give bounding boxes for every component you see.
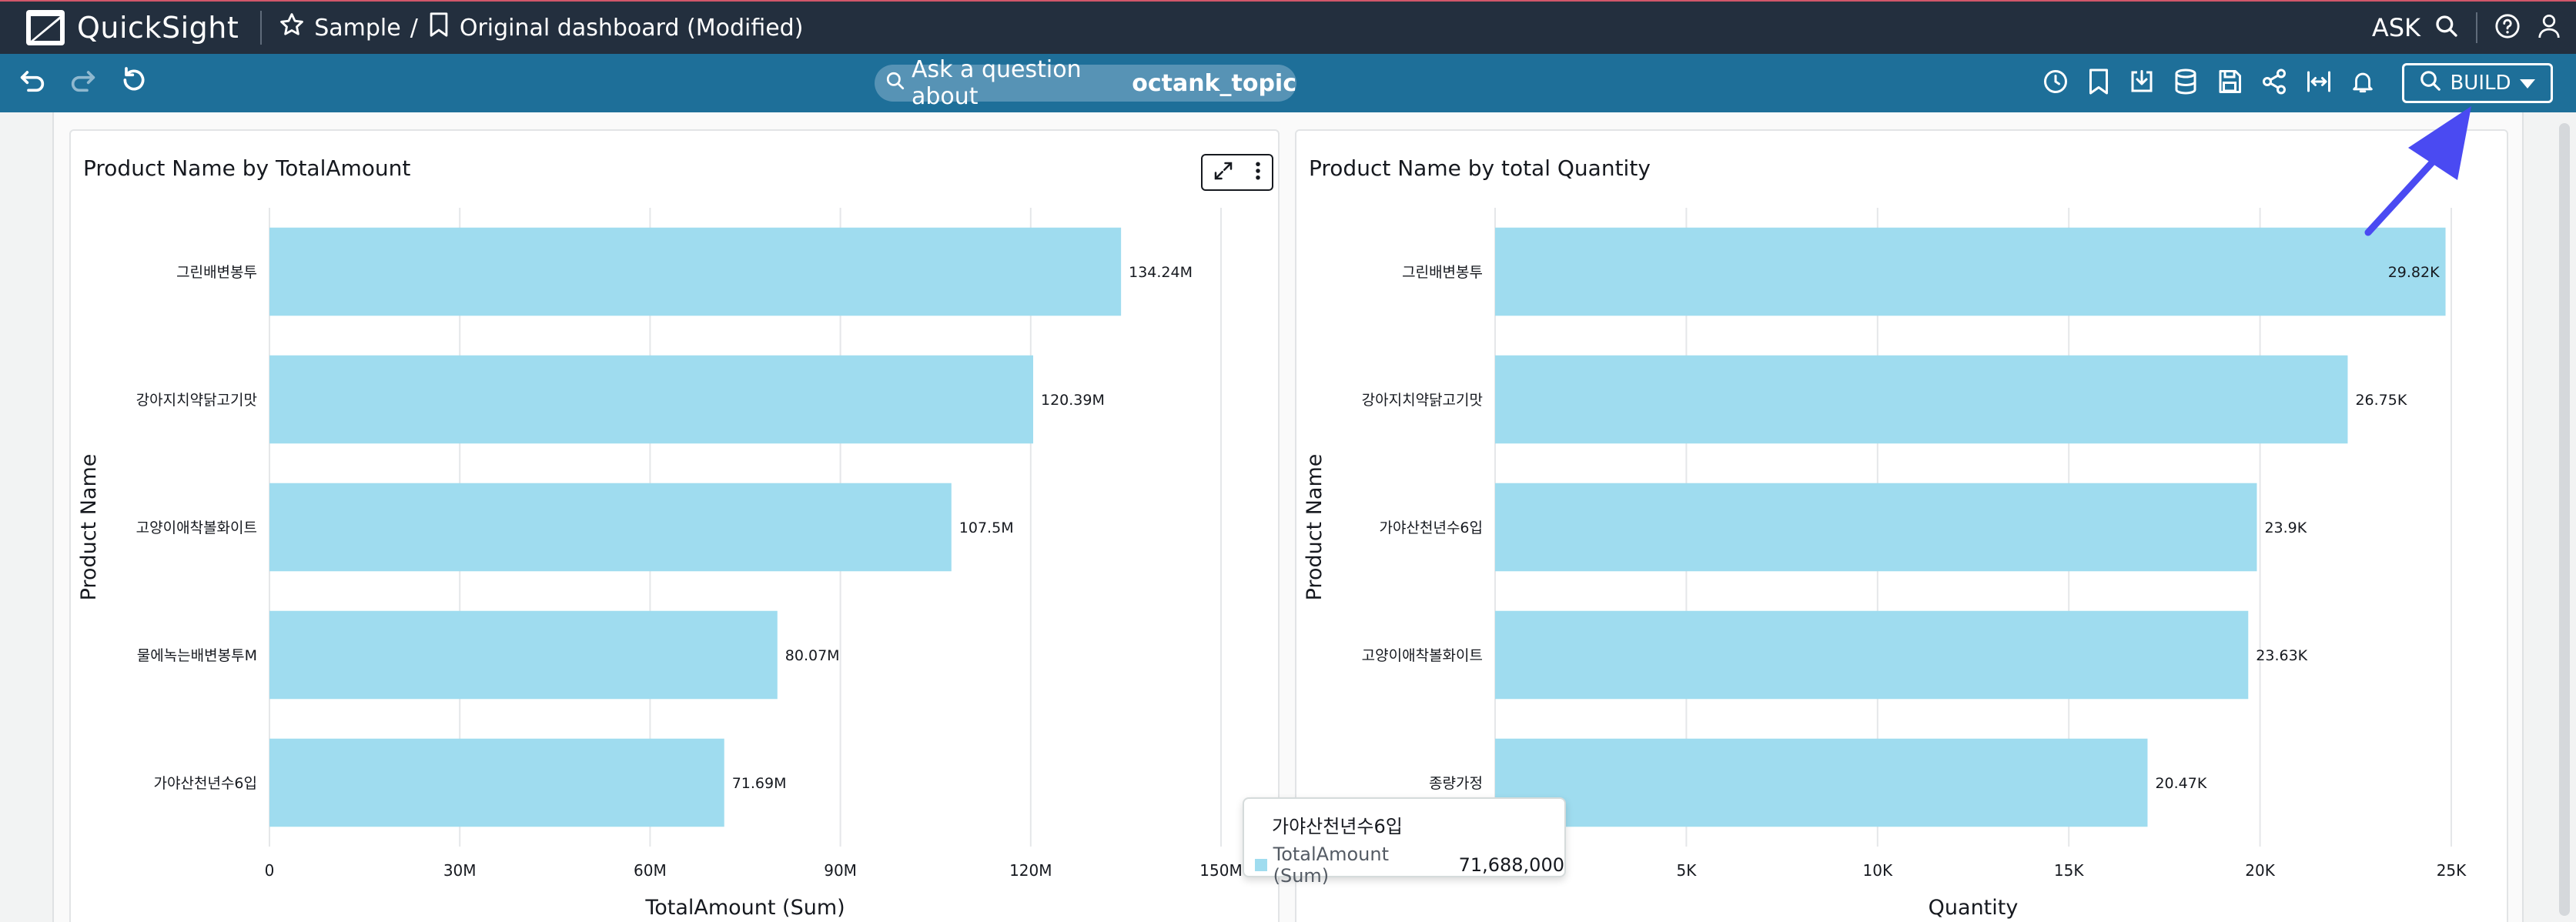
category-label: 가야산천년수6입	[154, 775, 257, 792]
chart-tooltip: 가야산천년수6입 TotalAmount (Sum) 71,688,000	[1243, 797, 1566, 887]
dashboard-toolbar: Ask a question about octank_topic BUILD	[0, 54, 2576, 112]
x-axis-title: Quantity	[1929, 896, 2019, 920]
history-controls	[17, 65, 149, 99]
category-label: 그린배변봉투	[176, 264, 257, 281]
bar[interactable]	[269, 355, 1034, 444]
value-label: 20.47K	[2155, 775, 2206, 792]
value-label: 23.63K	[2256, 647, 2307, 664]
dataset-icon[interactable]	[2173, 68, 2199, 99]
bar[interactable]	[1495, 227, 2446, 316]
bar[interactable]	[269, 227, 1122, 316]
x-tick-label: 30M	[443, 861, 477, 880]
search-icon	[2419, 69, 2442, 98]
tooltip-row: TotalAmount (Sum) 71,688,000	[1255, 843, 1564, 887]
value-label: 26.75K	[2355, 392, 2407, 409]
x-tick-label: 120M	[1009, 861, 1052, 880]
app-name[interactable]: QuickSight	[77, 11, 239, 45]
ask-question-input[interactable]: Ask a question about octank_topic	[875, 56, 1296, 110]
tooltip-title: 가야산천년수6입	[1272, 816, 1403, 837]
value-label: 107.5M	[959, 519, 1014, 536]
user-profile-icon[interactable]	[2538, 13, 2561, 42]
toolbar-actions	[2042, 65, 2376, 102]
notification-bell-icon[interactable]	[2350, 68, 2376, 99]
value-label: 23.9K	[2264, 519, 2307, 536]
export-icon[interactable]	[2128, 68, 2156, 99]
dashboard-title: Original dashboard (Modified)	[459, 14, 804, 42]
x-axis-title: TotalAmount (Sum)	[644, 896, 845, 920]
x-tick-label: 150M	[1199, 861, 1242, 880]
x-tick-label: 25K	[2437, 861, 2467, 880]
quicksight-logo-icon[interactable]	[26, 10, 65, 45]
category-label: 강아지치약닭고기맛	[1362, 392, 1483, 409]
bookmark-icon[interactable]	[427, 12, 460, 44]
category-label: 고양이애착볼화이트	[1362, 647, 1483, 664]
category-label: 그린배변봉투	[1402, 264, 1483, 281]
question-prefix: Ask a question about	[912, 56, 1082, 110]
undo-icon[interactable]	[17, 65, 48, 99]
tooltip-label: TotalAmount (Sum)	[1273, 843, 1389, 887]
value-label: 29.82K	[2388, 264, 2440, 281]
question-topic: octank_topic	[1132, 69, 1296, 97]
help-icon[interactable]	[2494, 13, 2521, 42]
save-icon[interactable]	[2216, 68, 2243, 99]
share-icon[interactable]	[2260, 68, 2288, 99]
annotation-arrow-icon	[2364, 106, 2471, 236]
value-label: 120.39M	[1041, 392, 1105, 409]
category-label: 종량가정	[1429, 775, 1483, 792]
category-label: 가야산천년수6입	[1380, 519, 1483, 536]
category-label: 물에녹는배변봉투M	[137, 647, 257, 664]
y-axis-title: Product Name	[1303, 454, 1326, 601]
value-label: 134.24M	[1129, 264, 1193, 281]
divider	[260, 11, 263, 45]
search-icon[interactable]	[2434, 14, 2459, 42]
build-label: BUILD	[2450, 72, 2511, 95]
bookmark-icon[interactable]	[2086, 68, 2111, 99]
bar-chart-total-amount: 0 30M 60M 90M 120M 150M 그린배변봉투 134.24M 강아지치약닭고기맛…	[77, 208, 1243, 920]
ask-button[interactable]: ASK	[2372, 13, 2420, 42]
divider	[2476, 12, 2477, 43]
bar[interactable]	[1495, 738, 2148, 827]
bar[interactable]	[1495, 610, 2249, 700]
value-label: 80.07M	[785, 647, 840, 664]
category-label: 고양이애착볼화이트	[136, 519, 257, 536]
top-navigation-bar: QuickSight Sample / Original dashboard (…	[0, 0, 2576, 54]
clock-icon[interactable]	[2042, 68, 2069, 99]
value-label: 71.69M	[732, 775, 787, 792]
x-tick-label: 60M	[634, 861, 667, 880]
category-label: 강아지치약닭고기맛	[136, 392, 257, 409]
favorite-star-icon[interactable]	[279, 12, 314, 44]
legend-swatch	[1255, 859, 1267, 871]
bar[interactable]	[269, 610, 778, 700]
bar[interactable]	[1495, 483, 2257, 572]
x-tick-label: 5K	[1676, 861, 1697, 880]
x-tick-label: 10K	[1863, 861, 1893, 880]
bar[interactable]	[1495, 355, 2348, 444]
fit-width-icon[interactable]	[2305, 68, 2333, 99]
search-icon	[885, 70, 912, 97]
x-tick-label: 15K	[2054, 861, 2084, 880]
scrollbar[interactable]	[2559, 123, 2570, 916]
left-gutter	[0, 112, 54, 922]
build-button[interactable]: BUILD	[2402, 63, 2553, 103]
breadcrumb-root[interactable]: Sample	[314, 15, 401, 42]
caret-down-icon	[2519, 72, 2536, 95]
visual-card-total-amount[interactable]: Product Name by TotalAmount 0 30M 60M 90M 12…	[69, 129, 1280, 922]
bar[interactable]	[269, 483, 952, 572]
redo-icon[interactable]	[68, 65, 99, 99]
breadcrumb: Sample / Original dashboard (Modified)	[279, 12, 803, 44]
bar[interactable]	[269, 738, 724, 827]
x-tick-label: 90M	[824, 861, 857, 880]
top-right-actions: ASK	[2372, 2, 2561, 54]
tooltip-value: 71,688,000	[1458, 854, 1564, 876]
breadcrumb-separator: /	[410, 14, 418, 42]
y-axis-title: Product Name	[77, 454, 101, 601]
reset-icon[interactable]	[119, 65, 149, 99]
x-tick-label: 0	[265, 861, 275, 880]
x-tick-label: 20K	[2245, 861, 2275, 880]
